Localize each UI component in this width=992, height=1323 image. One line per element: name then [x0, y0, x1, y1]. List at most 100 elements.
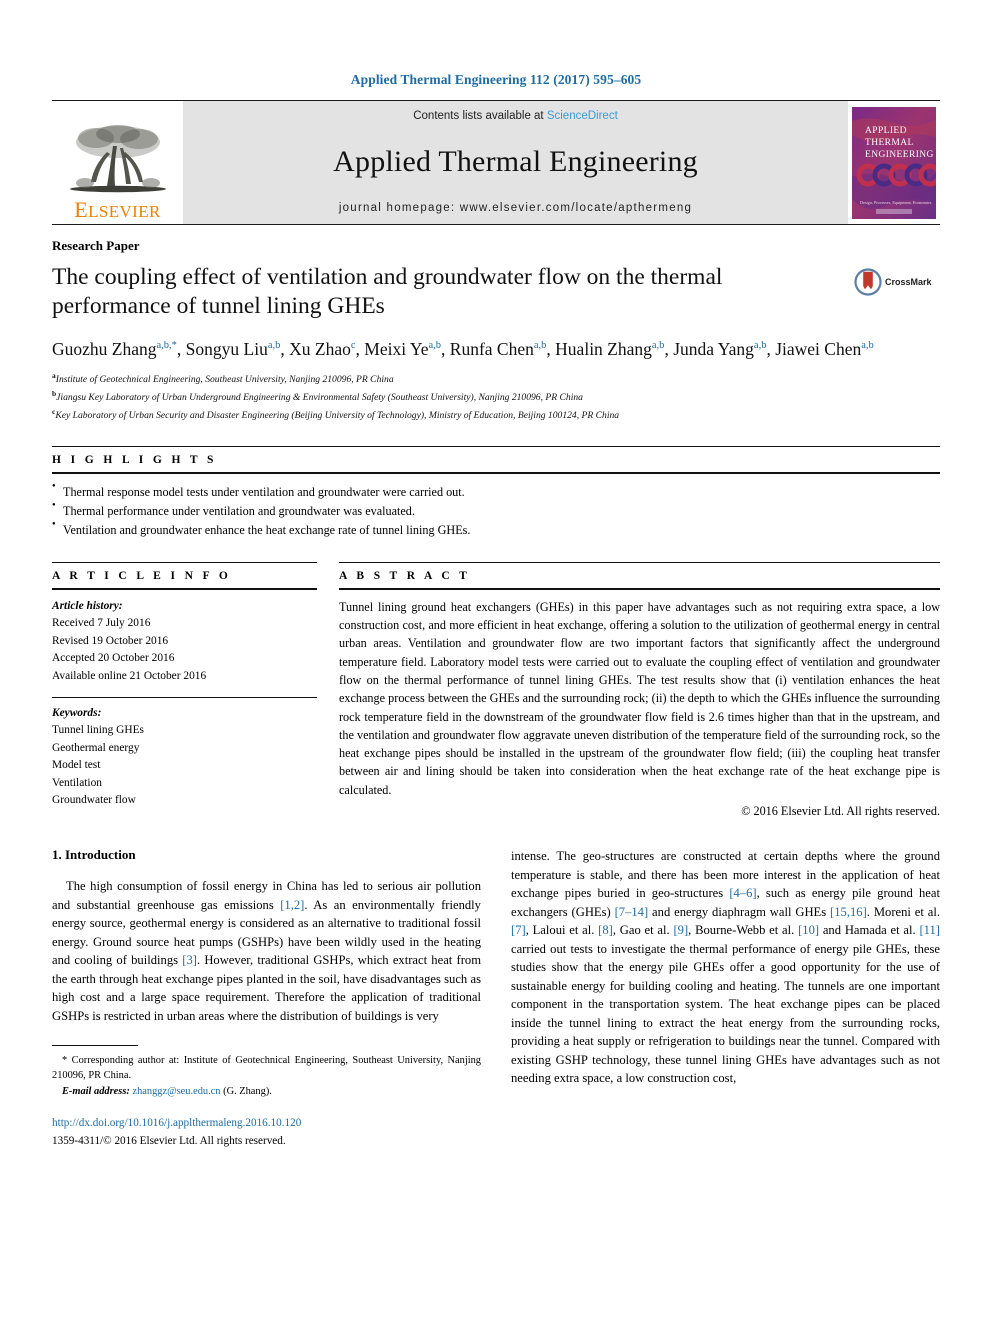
author-name: Junda Yang	[673, 339, 754, 360]
citation-ref[interactable]: [1,2]	[280, 898, 304, 912]
author-affil-mark: a,b	[428, 340, 442, 352]
body-column-left: 1. Introduction The high consumption of …	[52, 847, 481, 1149]
keyword-item: Tunnel lining GHEs	[52, 724, 144, 737]
journal-cover-image: APPLIED THERMAL ENGINEERING Design, Proc…	[852, 106, 936, 219]
citation-ref[interactable]: [11]	[919, 923, 940, 937]
doi-block: http://dx.doi.org/10.1016/j.applthermale…	[52, 1116, 481, 1149]
history-revised: Revised 19 October 2016	[52, 634, 169, 647]
author-list: Guozhu Zhanga,b,*, Songyu Liua,b, Xu Zha…	[52, 339, 874, 360]
page-title: The coupling effect of ventilation and g…	[52, 264, 723, 320]
author-affil-mark: c	[350, 340, 356, 352]
elsevier-wordmark-rest: LSEVIER	[88, 202, 161, 221]
abstract-copyright: © 2016 Elsevier Ltd. All rights reserved…	[741, 804, 940, 819]
info-separator-rule	[52, 696, 317, 698]
highlight-item: Thermal response model tests under venti…	[52, 482, 940, 502]
affiliation-text: Key Laboratory of Urban Security and Dis…	[55, 410, 620, 422]
citation-ref[interactable]: [9]	[673, 923, 688, 937]
abstract-heading: A B S T R A C T	[339, 569, 471, 582]
author-name: Meixi Ye	[364, 339, 429, 360]
author-name: Runfa Chen	[449, 339, 534, 360]
article-history-group: Article history: Received 7 July 2016 Re…	[52, 598, 317, 686]
svg-text:THERMAL: THERMAL	[865, 138, 914, 148]
title-row: The coupling effect of ventilation and g…	[52, 263, 940, 321]
info-abstract-section: A R T I C L E I N F O Article history: R…	[52, 561, 940, 819]
author-affil-mark: a,b	[651, 340, 665, 352]
author-name: Jiawei Chen	[775, 339, 862, 360]
elsevier-wordmark-first: E	[74, 197, 89, 222]
journal-cover-thumbnail[interactable]: APPLIED THERMAL ENGINEERING Design, Proc…	[848, 101, 940, 224]
citation-ref[interactable]: [7–14]	[615, 905, 649, 919]
section-heading-introduction: 1. Introduction	[52, 847, 136, 863]
crossmark-icon	[854, 268, 882, 296]
author: Junda Yanga,b	[673, 339, 766, 359]
author-name: Songyu Liu	[185, 339, 268, 360]
affiliation-item: aInstitute of Geotechnical Engineering, …	[52, 370, 940, 388]
masthead-center: Contents lists available at ScienceDirec…	[183, 101, 848, 224]
running-head: Applied Thermal Engineering 112 (2017) 5…	[350, 72, 642, 87]
journal-title: Applied Thermal Engineering	[333, 145, 698, 178]
corresponding-mark: *	[62, 1055, 68, 1067]
highlights-heading: H I G H L I G H T S	[52, 453, 217, 466]
email-link[interactable]: zhanggz@seu.edu.cn	[132, 1086, 220, 1097]
citation-ref[interactable]: [8]	[598, 923, 613, 937]
crossmark-label: CrossMark	[885, 277, 932, 287]
author: Meixi Yea,b	[364, 339, 441, 359]
article-page: Applied Thermal Engineering 112 (2017) 5…	[0, 0, 992, 1323]
citation-ref[interactable]: [15,16]	[830, 905, 867, 919]
keyword-item: Groundwater flow	[52, 794, 136, 807]
citation-ref[interactable]: [3]	[182, 953, 197, 967]
corresponding-author-note: * Corresponding author at: Institute of …	[52, 1053, 481, 1084]
author: Jiawei Chena,b	[775, 339, 874, 359]
article-info-column: A R T I C L E I N F O Article history: R…	[52, 561, 339, 819]
affiliation-item: bJiangsu Key Laboratory of Urban Undergr…	[52, 388, 940, 406]
issn-copyright-line: 1359-4311/© 2016 Elsevier Ltd. All right…	[52, 1135, 286, 1148]
author-affil-mark: a,b	[753, 340, 767, 352]
email-label: E-mail address:	[62, 1085, 130, 1097]
intro-text: carried out tests to investigate the the…	[511, 941, 940, 1086]
intro-text: and Hamada et al.	[819, 923, 920, 938]
author-name: Guozhu Zhang	[52, 339, 157, 360]
history-received: Received 7 July 2016	[52, 617, 151, 630]
journal-homepage-link[interactable]: journal homepage: www.elsevier.com/locat…	[339, 202, 692, 214]
citation-ref[interactable]: [7]	[511, 923, 526, 937]
author-name: Hualin Zhang	[555, 339, 652, 360]
author-affil-mark: a,b,*	[156, 340, 177, 352]
doi-link[interactable]: http://dx.doi.org/10.1016/j.applthermale…	[52, 1116, 481, 1131]
corresponding-text: Corresponding author at: Institute of Ge…	[52, 1055, 481, 1082]
body-columns: 1. Introduction The high consumption of …	[52, 847, 940, 1149]
history-available-online: Available online 21 October 2016	[52, 670, 207, 683]
author-affil-mark: a,b	[533, 340, 547, 352]
sciencedirect-link[interactable]: ScienceDirect	[547, 110, 618, 122]
elsevier-wordmark: ELSEVIER	[74, 199, 161, 221]
svg-text:ENGINEERING: ENGINEERING	[865, 150, 934, 160]
article-info-heading: A R T I C L E I N F O	[52, 569, 232, 582]
crossmark-badge[interactable]: CrossMark	[854, 263, 940, 296]
article-type-label: Research Paper	[52, 238, 140, 253]
affiliation-text: Institute of Geotechnical Engineering, S…	[55, 374, 394, 386]
author: Guozhu Zhanga,b,*	[52, 339, 177, 359]
keywords-group: Keywords: Tunnel lining GHEs Geothermal …	[52, 705, 317, 810]
keyword-item: Ventilation	[52, 776, 102, 789]
highlights-list: Thermal response model tests under venti…	[52, 474, 940, 540]
highlights-section: H I G H L I G H T S Thermal response mod…	[52, 445, 940, 540]
footnote-rule	[52, 1045, 138, 1047]
citation-ref[interactable]: [10]	[798, 923, 819, 937]
affiliation-item: cKey Laboratory of Urban Security and Di…	[52, 406, 940, 424]
email-suffix: (G. Zhang).	[223, 1085, 272, 1097]
intro-paragraph-left: The high consumption of fossil energy in…	[52, 877, 481, 1025]
history-accepted: Accepted 20 October 2016	[52, 652, 175, 665]
author: Songyu Liua,b	[186, 339, 281, 359]
abstract-body: Tunnel lining ground heat exchangers (GH…	[339, 590, 940, 819]
elsevier-tree-icon	[69, 125, 166, 193]
email-note: E-mail address: zhanggz@seu.edu.cn (G. Z…	[52, 1084, 481, 1099]
affiliation-text: Jiangsu Key Laboratory of Urban Undergro…	[56, 392, 583, 404]
author: Hualin Zhanga,b	[555, 339, 664, 359]
svg-text:APPLIED: APPLIED	[865, 126, 907, 136]
article-info-body: Article history: Received 7 July 2016 Re…	[52, 590, 317, 810]
intro-text: and energy diaphragm wall GHEs	[648, 904, 831, 919]
article-history-label: Article history:	[52, 599, 123, 612]
intro-paragraph-right: intense. The geo-structures are construc…	[511, 847, 940, 1088]
intro-text: , Laloui et al.	[525, 923, 599, 938]
citation-ref[interactable]: [4–6]	[729, 886, 756, 900]
body-column-right: intense. The geo-structures are construc…	[511, 847, 940, 1149]
